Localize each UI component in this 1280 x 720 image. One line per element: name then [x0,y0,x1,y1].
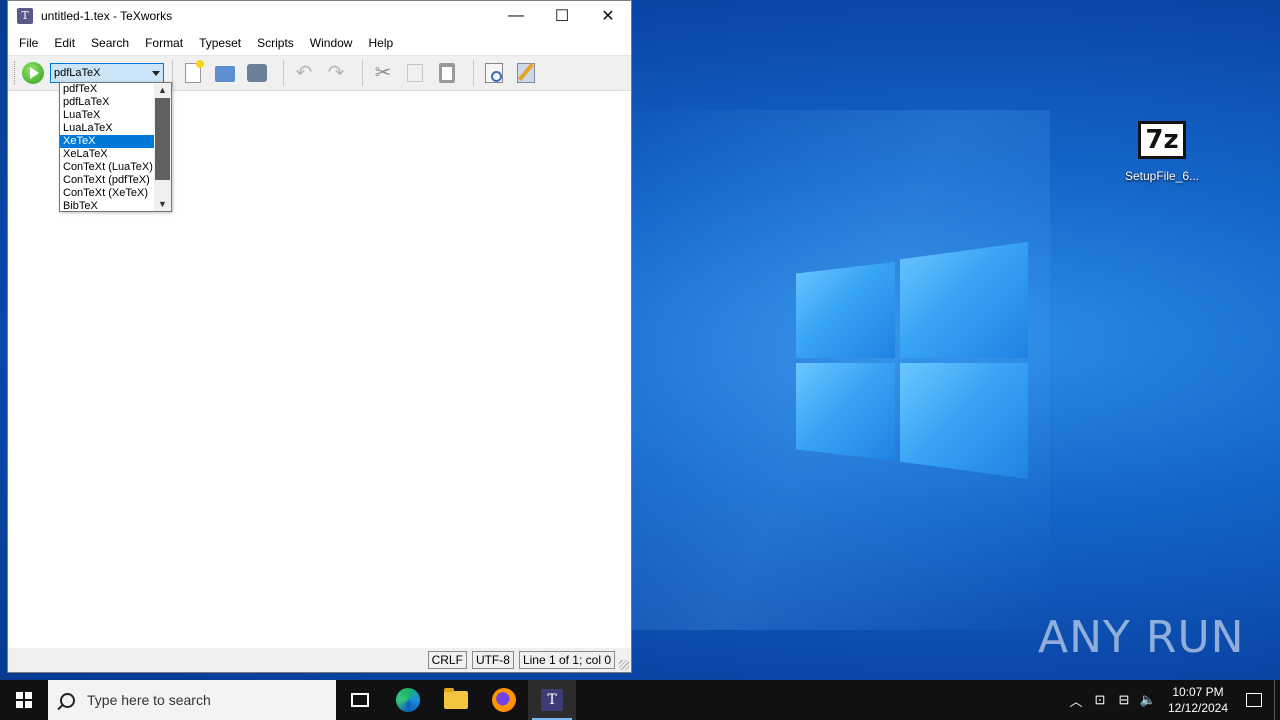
encoding-indicator[interactable]: UTF-8 [471,651,514,669]
engine-option[interactable]: XeLaTeX [60,148,155,161]
edge-icon [396,688,420,712]
menu-bar: File Edit Search Format Typeset Scripts … [8,31,631,55]
scroll-down-icon[interactable]: ▼ [154,197,171,211]
engine-selected-value: pdfLaTeX [54,67,101,79]
paste-button[interactable] [433,59,461,87]
search-placeholder: Type here to search [87,692,211,708]
menu-format[interactable]: Format [137,36,191,50]
dropdown-scrollbar[interactable]: ▲ ▼ [154,83,171,211]
engine-option[interactable]: LuaLaTeX [60,122,155,135]
close-button[interactable]: ✕ [585,1,631,31]
engine-option[interactable]: ConTeXt (XeTeX) [60,187,155,200]
windows-logo-wallpaper [796,242,1028,480]
search-icon [60,692,75,708]
task-view-icon [351,693,369,707]
toolbar-grip[interactable] [14,61,17,85]
redo-button[interactable]: ↷ [322,59,350,87]
texworks-window: T untitled-1.tex - TeXworks — ☐ ✕ File E… [7,0,632,673]
texworks-icon: T [541,689,563,711]
menu-edit[interactable]: Edit [46,36,83,50]
edge-taskbar-button[interactable] [384,680,432,720]
menu-typeset[interactable]: Typeset [191,36,249,50]
system-tray: ︿ ⊡ ⊟ 🔈 10:07 PM 12/12/2024 [1064,680,1280,720]
show-desktop-button[interactable] [1274,680,1280,720]
resize-grip[interactable] [619,660,629,670]
menu-file[interactable]: File [11,36,46,50]
desktop-icon-label: SetupFile_6... [1124,169,1200,183]
undo-button[interactable]: ↶ [290,59,318,87]
engine-option[interactable]: LuaTeX [60,109,155,122]
engine-dropdown-list: pdfTeX pdfLaTeX LuaTeX LuaLaTeX XeTeX Xe… [59,82,172,212]
save-file-button[interactable] [243,59,271,87]
menu-scripts[interactable]: Scripts [249,36,302,50]
preview-button[interactable] [480,59,508,87]
engine-option[interactable]: ConTeXt (LuaTeX) [60,161,155,174]
volume-icon[interactable]: 🔈 [1136,680,1160,720]
maximize-button[interactable]: ☐ [539,1,585,31]
copy-button[interactable] [401,59,429,87]
engine-option[interactable]: pdfLaTeX [60,96,155,109]
save-file-icon [247,64,267,82]
settings-icon [517,63,535,83]
typeset-run-icon[interactable] [22,62,44,84]
task-view-button[interactable] [336,680,384,720]
folder-icon [444,688,468,709]
start-button[interactable] [0,680,48,720]
open-file-icon [215,66,235,82]
file-explorer-taskbar-button[interactable] [432,680,480,720]
toolbar-separator [473,60,474,86]
cursor-position-indicator[interactable]: Line 1 of 1; col 0 [518,651,615,669]
cut-icon: ✂ [374,62,392,84]
windows-start-icon [16,692,32,708]
redo-icon: ↷ [327,62,345,84]
texworks-taskbar-button[interactable]: T [528,680,576,720]
engine-option[interactable]: BibTeX [60,200,155,211]
menu-search[interactable]: Search [83,36,137,50]
firefox-icon [492,688,516,712]
engine-option-highlighted[interactable]: XeTeX [60,135,155,148]
new-file-icon [185,60,204,83]
preview-icon [485,63,503,83]
line-ending-indicator[interactable]: CRLF [427,651,467,669]
title-bar[interactable]: T untitled-1.tex - TeXworks — ☐ ✕ [8,1,631,31]
anyrun-watermark: ANY RUN [1038,612,1245,663]
taskbar: Type here to search T ︿ ⊡ ⊟ 🔈 10:07 PM 1… [0,680,1280,720]
open-file-button[interactable] [211,59,239,87]
menu-window[interactable]: Window [302,36,361,50]
desktop-icon-setupfile[interactable]: 7z SetupFile_6... [1122,118,1202,183]
window-title: untitled-1.tex - TeXworks [41,9,173,23]
engine-option[interactable]: pdfTeX [60,83,155,96]
paste-icon [439,63,455,83]
device-icon[interactable]: ⊡ [1088,680,1112,720]
chevron-up-icon[interactable]: ︿ [1064,680,1088,720]
clock-time: 10:07 PM [1172,685,1224,699]
new-file-button[interactable] [179,59,207,87]
texworks-app-icon: T [17,8,33,24]
engine-select[interactable]: pdfLaTeX [50,63,164,83]
scroll-up-icon[interactable]: ▲ [154,83,171,97]
minimize-button[interactable]: — [493,1,539,31]
toolbar-separator [283,60,284,86]
firefox-taskbar-button[interactable] [480,680,528,720]
status-bar: CRLF UTF-8 Line 1 of 1; col 0 [8,648,631,672]
toolbar-separator [362,60,363,86]
chevron-down-icon [152,71,160,76]
clock[interactable]: 10:07 PM 12/12/2024 [1162,684,1234,716]
engine-option[interactable]: ConTeXt (pdfTeX) [60,174,155,187]
notification-center-button[interactable] [1234,680,1274,720]
undo-icon: ↶ [295,62,313,84]
7zip-archive-icon: 7z [1138,121,1186,159]
watermark-text: ANY RUN [1038,612,1245,663]
copy-icon [407,64,423,82]
notification-icon [1246,693,1262,707]
taskbar-search-box[interactable]: Type here to search [48,680,336,720]
cut-button[interactable]: ✂ [369,59,397,87]
scrollbar-thumb[interactable] [155,98,170,180]
menu-help[interactable]: Help [360,36,401,50]
toolbar-separator [172,60,173,86]
network-icon[interactable]: ⊟ [1112,680,1136,720]
settings-button[interactable] [512,59,540,87]
clock-date: 12/12/2024 [1167,701,1229,715]
